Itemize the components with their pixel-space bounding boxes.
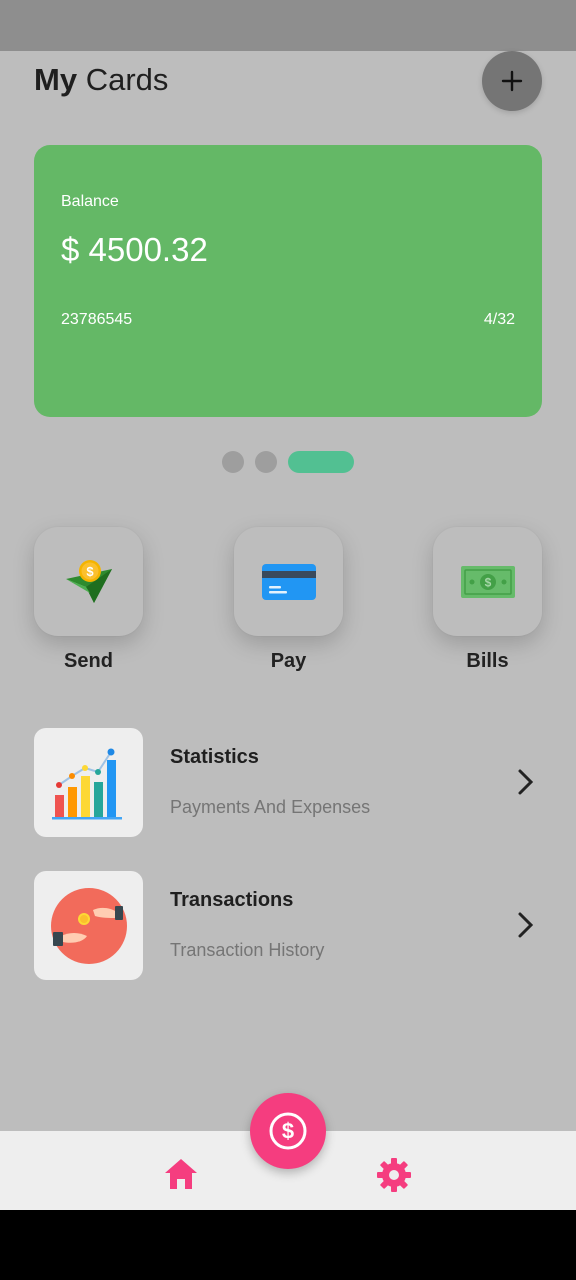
send-button[interactable]: $ xyxy=(34,527,143,636)
transaction-hands-icon xyxy=(50,887,127,964)
svg-text:$: $ xyxy=(86,564,94,579)
balance-amount: $ 4500.32 xyxy=(61,231,208,268)
banknote-icon: $ xyxy=(460,565,515,598)
system-navigation-bar xyxy=(0,1210,576,1280)
statistics-title: Statistics xyxy=(170,746,259,768)
statistics-thumbnail xyxy=(34,728,143,837)
plus-icon xyxy=(501,70,523,92)
svg-text:$: $ xyxy=(282,1119,294,1144)
page-title-bold: My xyxy=(34,62,78,97)
dollar-fab-button[interactable]: $ xyxy=(250,1093,326,1169)
chevron-right-icon xyxy=(518,769,534,795)
carousel-dot[interactable] xyxy=(222,451,244,473)
transactions-title: Transactions xyxy=(170,889,294,911)
gear-icon[interactable] xyxy=(376,1157,412,1193)
transactions-thumbnail xyxy=(34,871,143,980)
card-expiry: 4/32 xyxy=(483,311,515,328)
pay-label: Pay xyxy=(270,650,307,672)
carousel-dot-active[interactable] xyxy=(288,451,354,473)
dollar-icon: $ xyxy=(269,1112,307,1150)
transactions-row[interactable]: Transactions Transaction History xyxy=(34,871,542,980)
card-number: 23786545 xyxy=(61,311,133,328)
balance-label: Balance xyxy=(61,193,119,210)
add-card-button[interactable] xyxy=(482,51,542,111)
chevron-right-icon xyxy=(518,912,534,938)
send-money-icon: $ xyxy=(65,559,112,603)
status-bar xyxy=(0,0,576,51)
send-label: Send xyxy=(64,650,113,672)
transactions-subtitle: Transaction History xyxy=(170,940,325,960)
statistics-subtitle: Payments And Expenses xyxy=(170,797,371,817)
carousel-dot[interactable] xyxy=(255,451,277,473)
statistics-chart-icon xyxy=(51,748,122,819)
carousel-indicator xyxy=(0,451,576,473)
statistics-row[interactable]: Statistics Payments And Expenses xyxy=(34,728,542,837)
credit-card-icon xyxy=(261,563,316,600)
page-title: My Cards xyxy=(34,62,168,98)
page-title-light: Cards xyxy=(85,62,169,97)
svg-text:$: $ xyxy=(484,575,491,589)
bills-label: Bills xyxy=(466,650,509,672)
balance-card[interactable]: Balance $ 4500.32 23786545 4/32 xyxy=(34,145,542,417)
bills-button[interactable]: $ xyxy=(433,527,542,636)
home-icon[interactable] xyxy=(163,1157,199,1191)
pay-button[interactable] xyxy=(234,527,343,636)
